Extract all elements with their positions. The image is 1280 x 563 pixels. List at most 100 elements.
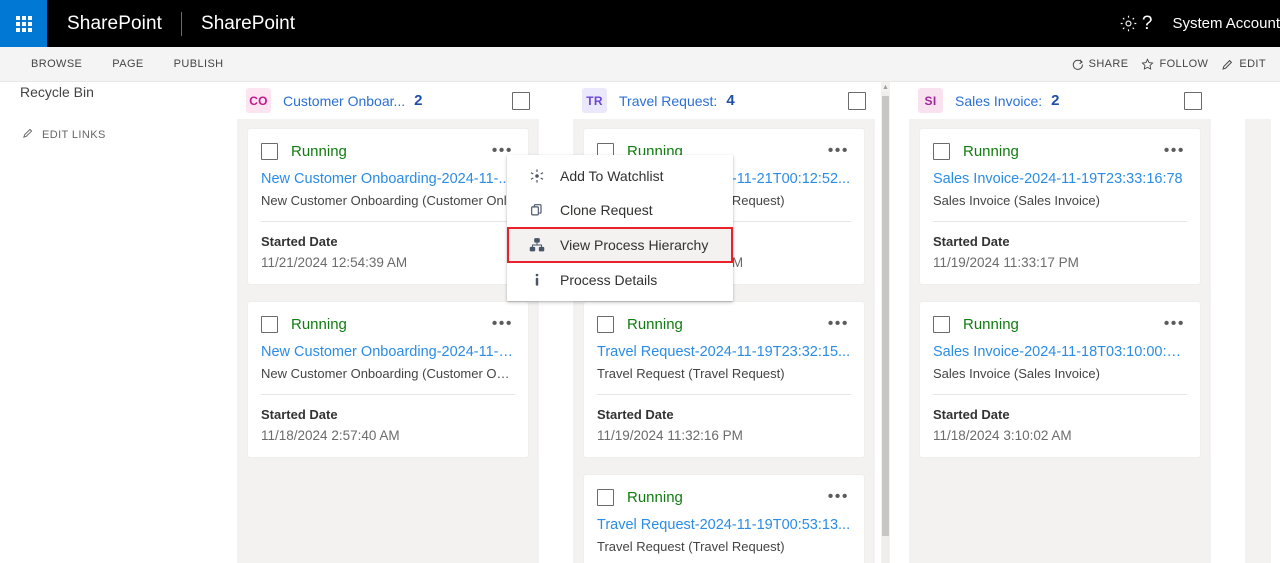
menu-item-label: Add To Watchlist [560, 168, 664, 184]
ribbon-tab-browse[interactable]: BROWSE [16, 47, 97, 81]
board-column-sales-invoice: SI Sales Invoice: 2 Running ••• Sales In… [892, 82, 1228, 563]
ellipsis-icon[interactable]: ••• [826, 489, 851, 505]
started-date-label: Started Date [597, 407, 674, 422]
share-button[interactable]: SHARE [1071, 58, 1129, 71]
watchlist-icon [528, 167, 546, 185]
suite-separator [181, 11, 183, 36]
column-title[interactable]: Sales Invoice: [955, 93, 1042, 109]
column-header: CO Customer Onboar... 2 [237, 82, 539, 119]
card-header: Running ••• [597, 313, 851, 335]
ribbon-tab-publish[interactable]: PUBLISH [159, 47, 239, 81]
card-checkbox[interactable] [933, 315, 950, 333]
help-icon[interactable]: ? [1140, 0, 1155, 47]
column-header [1245, 82, 1271, 119]
suite-bar: SharePoint SharePoint ? System Account [0, 0, 1280, 47]
card-title-link[interactable]: Sales Invoice-2024-11-19T23:33:16:78 [933, 171, 1187, 187]
ellipsis-icon[interactable]: ••• [1162, 316, 1187, 332]
started-date-value: 11/19/2024 11:32:16 PM [597, 428, 743, 443]
column-cards [1245, 119, 1271, 563]
status-badge: Running [627, 488, 683, 506]
ribbon-tabs: BROWSE PAGE PUBLISH [0, 47, 239, 81]
ribbon-actions: SHARE FOLLOW EDIT [1071, 57, 1280, 71]
column-title[interactable]: Customer Onboar... [283, 93, 405, 109]
request-card[interactable]: Running ••• New Customer Onboarding-2024… [248, 129, 528, 284]
card-subtitle: New Customer Onboarding (Customer Onl [261, 193, 507, 208]
site-title[interactable]: SharePoint [201, 13, 295, 35]
card-checkbox[interactable] [261, 142, 278, 160]
hierarchy-icon [528, 236, 546, 254]
ellipsis-icon[interactable]: ••• [1162, 143, 1187, 159]
column-badge: SI [918, 88, 943, 113]
suite-brand[interactable]: SharePoint [67, 13, 162, 35]
column-select-checkbox[interactable] [1184, 91, 1202, 110]
pencil-icon [22, 127, 34, 142]
card-checkbox[interactable] [261, 315, 278, 333]
follow-button[interactable]: FOLLOW [1141, 57, 1209, 71]
follow-label: FOLLOW [1159, 58, 1209, 70]
request-card[interactable]: Running ••• Travel Request-2024-11-19T23… [584, 302, 864, 457]
request-card[interactable]: Running ••• Sales Invoice-2024-11-18T03:… [920, 302, 1200, 457]
request-card[interactable]: Running ••• Sales Invoice-2024-11-19T23:… [920, 129, 1200, 284]
column-cards: Running ••• Sales Invoice-2024-11-19T23:… [909, 119, 1211, 563]
card-divider [933, 221, 1187, 222]
started-date-label: Started Date [933, 234, 1010, 249]
menu-item-process-details[interactable]: Process Details [507, 263, 733, 297]
board-column-next-partial [1228, 82, 1280, 563]
ellipsis-icon[interactable]: ••• [826, 143, 851, 159]
card-header: Running ••• [597, 486, 851, 508]
column-count: 2 [414, 92, 423, 109]
request-card[interactable]: Running ••• New Customer Onboarding-2024… [248, 302, 528, 457]
share-label: SHARE [1088, 58, 1129, 70]
card-title-link[interactable]: New Customer Onboarding-2024-11-... [261, 171, 515, 187]
scroll-up-arrow-icon[interactable]: ▲ [882, 84, 889, 91]
card-checkbox[interactable] [597, 315, 614, 333]
card-checkbox[interactable] [597, 488, 614, 506]
column-cards: Running ••• New Customer Onboarding-2024… [237, 119, 539, 563]
card-checkbox[interactable] [933, 142, 950, 160]
card-subtitle: Sales Invoice (Sales Invoice) [933, 366, 1100, 381]
ribbon-bar: BROWSE PAGE PUBLISH SHARE FOLLOW EDIT [0, 47, 1280, 82]
card-title-link[interactable]: Sales Invoice-2024-11-18T03:10:00:483 [933, 344, 1187, 360]
edit-button[interactable]: EDIT [1221, 58, 1266, 71]
menu-item-view-process-hierarchy[interactable]: View Process Hierarchy [507, 227, 733, 263]
card-title-link[interactable]: Travel Request-2024-11-19T23:32:15... [597, 344, 851, 360]
waffle-icon [15, 15, 32, 32]
column-select-checkbox[interactable] [848, 91, 866, 110]
menu-item-label: Clone Request [560, 202, 653, 218]
started-date-label: Started Date [933, 407, 1010, 422]
ellipsis-icon[interactable]: ••• [826, 316, 851, 332]
board-column-customer-onboarding: CO Customer Onboar... 2 Running ••• New … [220, 82, 556, 563]
column-count: 2 [1051, 92, 1060, 109]
card-header: Running ••• [261, 140, 515, 162]
app-launcher-button[interactable] [0, 0, 47, 47]
started-date-value: 11/19/2024 11:33:17 PM [933, 255, 1079, 270]
gear-icon[interactable] [1117, 0, 1140, 47]
kanban-board: CO Customer Onboar... 2 Running ••• New … [220, 82, 1280, 563]
menu-item-clone-request[interactable]: Clone Request [507, 193, 733, 227]
started-date-value: 11/21/2024 12:54:39 AM [261, 255, 408, 270]
column-select-checkbox[interactable] [512, 91, 530, 110]
card-subtitle: Travel Request (Travel Request) [597, 539, 785, 554]
column-title[interactable]: Travel Request: [619, 93, 717, 109]
suite-bar-actions: ? System Account [1117, 0, 1280, 47]
share-icon [1071, 58, 1084, 71]
column-scrollbar[interactable]: ▲ [881, 82, 890, 563]
status-badge: Running [963, 315, 1019, 333]
ellipsis-icon[interactable]: ••• [490, 316, 515, 332]
sidebar-item-recycle-bin[interactable]: Recycle Bin [0, 82, 220, 102]
card-title-link[interactable]: Travel Request-2024-11-19T00:53:13... [597, 517, 851, 533]
ribbon-tab-page[interactable]: PAGE [97, 47, 158, 81]
status-badge: Running [963, 142, 1019, 160]
card-title-link[interactable]: New Customer Onboarding-2024-11-1... [261, 344, 515, 360]
card-subtitle: Travel Request (Travel Request) [597, 366, 785, 381]
pencil-icon [1221, 58, 1234, 71]
card-header: Running ••• [261, 313, 515, 335]
edit-links-button[interactable]: EDIT LINKS [0, 127, 220, 142]
request-card[interactable]: Running ••• Travel Request-2024-11-19T00… [584, 475, 864, 563]
clone-icon [528, 201, 546, 219]
menu-item-label: Process Details [560, 272, 658, 288]
menu-item-add-to-watchlist[interactable]: Add To Watchlist [507, 159, 733, 193]
user-account[interactable]: System Account [1172, 15, 1280, 32]
scrollbar-thumb[interactable] [882, 96, 889, 536]
column-header: TR Travel Request: 4 [573, 82, 875, 119]
